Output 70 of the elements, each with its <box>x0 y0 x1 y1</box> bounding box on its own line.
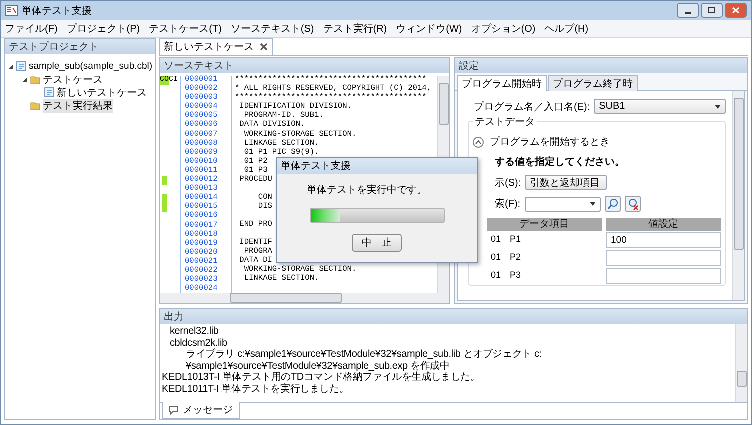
document-icon <box>44 87 55 98</box>
output-line: cbldcsm2k.lib <box>169 338 228 348</box>
app-icon <box>5 5 18 16</box>
output-tab[interactable]: メッセージ <box>162 402 240 419</box>
folder-icon <box>30 74 41 85</box>
settings-tab[interactable]: プログラム開始時 <box>457 75 547 91</box>
window-title: 単体テスト支援 <box>22 4 92 18</box>
project-icon <box>16 61 27 72</box>
menu-item[interactable]: オプション(O) <box>471 22 536 36</box>
dialog-message: 単体テストを実行中です。 <box>307 184 427 197</box>
dropdown-arrow-icon <box>715 104 721 108</box>
minimize-button[interactable] <box>677 3 699 18</box>
close-icon[interactable] <box>260 43 268 51</box>
table-cell-text: 01 P3 <box>490 268 522 282</box>
maximize-button[interactable] <box>701 3 723 18</box>
program-select[interactable]: SUB1 <box>594 99 726 114</box>
field-label: プログラム名／入口名(E): <box>474 100 590 114</box>
editor-tab[interactable]: 新しいテストケース <box>159 38 273 55</box>
value-field[interactable]: 100 <box>606 232 721 248</box>
output-line: kernel32.lib <box>169 326 219 338</box>
menu-item[interactable]: ソーステキスト(S) <box>230 22 314 36</box>
panel-header: テストプロジェクト <box>5 39 155 54</box>
panel-header: ソーステキスト <box>160 58 449 73</box>
field-label: 示(S): <box>495 176 522 190</box>
tree-item[interactable]: テストケース <box>43 72 103 86</box>
search-button[interactable] <box>604 196 621 212</box>
menu-item[interactable]: ヘルプ(H) <box>544 22 589 36</box>
menu-item[interactable]: プロジェクト(P) <box>66 22 140 36</box>
search-clear-icon <box>626 198 639 210</box>
column-header: 値設定 <box>606 218 721 231</box>
menu-item[interactable]: テストケース(T) <box>149 22 222 36</box>
folder-icon <box>30 100 41 111</box>
horizontal-scrollbar[interactable] <box>160 293 449 303</box>
instruction-text: する値を指定してください。 <box>494 155 626 169</box>
close-icon <box>732 7 740 14</box>
value-field[interactable] <box>606 268 721 284</box>
speech-bubble-icon <box>169 406 179 414</box>
search-field[interactable] <box>524 196 601 212</box>
output-line: KEDL1013T-I 単体テスト用のTDコマンド格納ファイルを生成しました。 <box>162 372 480 384</box>
menu-item[interactable]: ウィンドウ(W) <box>396 22 462 36</box>
display-select[interactable]: 引数と返却項目 <box>525 175 608 190</box>
stop-button[interactable]: 中 止 <box>352 234 402 252</box>
output-line: KEDL1011T-I 単体テストを実行しました。 <box>162 384 350 395</box>
output-line: ライブラリ c:¥sample1¥source¥TestModule¥32¥sample_sub.lib とオブジェクト c:¥sample1¥source¥TestModule¥32¥sample_sub.exp を作成中 <box>185 349 543 372</box>
menu-item[interactable]: ファイル(F) <box>5 22 58 36</box>
table-cell-text: 01 P2 <box>490 250 522 264</box>
section-title: プログラムを開始するとき <box>490 136 610 149</box>
search-icon <box>606 198 619 210</box>
dropdown-arrow-icon <box>590 202 596 206</box>
settings-tab[interactable]: プログラム終了時 <box>548 75 638 91</box>
tree-item[interactable]: 新しいテストケース <box>57 86 147 100</box>
collapse-arrow-icon[interactable] <box>22 76 28 82</box>
table-cell-text: 01 P1 <box>490 232 522 246</box>
maximize-icon <box>708 7 716 14</box>
value-field[interactable] <box>606 250 721 266</box>
close-button[interactable] <box>725 3 747 18</box>
group-title: テストデータ <box>473 115 537 129</box>
column-header: データ項目 <box>487 218 602 231</box>
menu-item[interactable]: テスト実行(R) <box>323 22 388 36</box>
dialog-title: 単体テスト支援 <box>277 158 477 174</box>
panel-header: 出力 <box>160 309 747 324</box>
vertical-scrollbar[interactable] <box>735 324 747 402</box>
panel-header: 設定 <box>455 58 747 73</box>
tree-item[interactable]: テスト実行結果 <box>43 98 113 112</box>
vertical-scrollbar[interactable] <box>732 91 744 300</box>
field-label: 索(F): <box>495 198 521 211</box>
tree-item[interactable]: sample_sub(sample_sub.cbl) <box>29 61 153 72</box>
clear-search-button[interactable] <box>624 196 641 212</box>
collapse-arrow-icon[interactable] <box>8 64 14 70</box>
collapse-icon[interactable] <box>473 136 484 148</box>
